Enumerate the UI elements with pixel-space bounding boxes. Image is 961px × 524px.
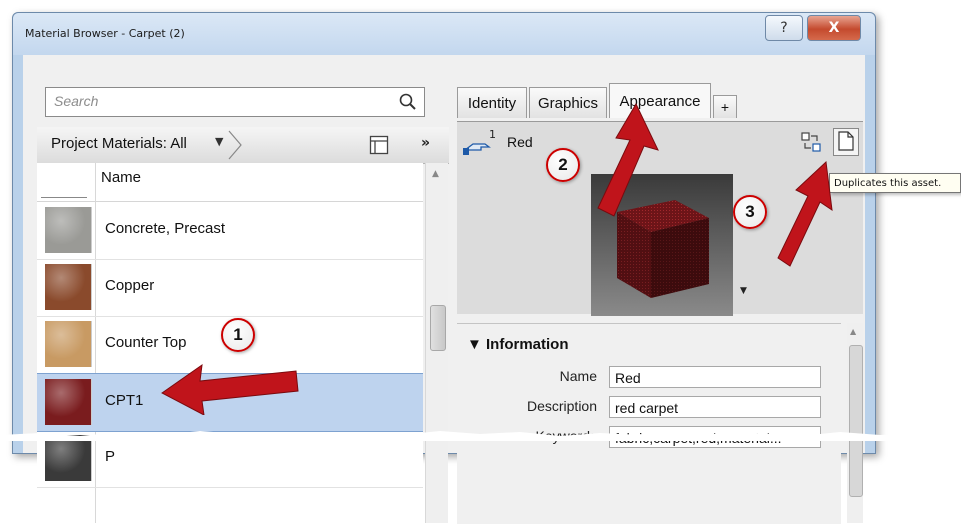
material-name: Copper <box>105 277 155 294</box>
search-placeholder: Search <box>54 93 99 109</box>
properties-scrollbar[interactable]: ▲ <box>847 323 863 523</box>
material-name: CPT1 <box>105 392 144 409</box>
tab-identity[interactable]: Identity <box>457 87 527 118</box>
properties-scrollbar-thumb[interactable] <box>849 345 863 497</box>
view-layout-icon[interactable] <box>369 135 389 155</box>
callout-arrow-3 <box>777 160 833 267</box>
duplicate-asset-button[interactable] <box>833 128 859 156</box>
callout-arrow-1 <box>161 363 299 415</box>
material-thumbnail <box>45 264 92 310</box>
name-field[interactable]: Red <box>609 366 821 388</box>
close-button[interactable]: X <box>807 15 861 41</box>
asset-name: Red <box>507 134 533 150</box>
description-field[interactable]: red carpet <box>609 396 821 418</box>
expand-more-icon[interactable]: » <box>421 135 430 151</box>
callout-arrow-2 <box>597 102 659 217</box>
duplicate-asset-icon <box>838 131 854 151</box>
material-thumbnail <box>45 207 92 253</box>
scroll-up-icon[interactable]: ▲ <box>850 327 856 336</box>
project-materials-filter[interactable]: Project Materials: All ▼ » <box>37 127 449 164</box>
dialog-client-area: Search Project Materials: All ▼ » Name C… <box>23 55 865 524</box>
material-thumbnail <box>45 321 92 367</box>
chevron-right-icon <box>228 130 242 160</box>
help-button[interactable]: ? <box>765 15 803 41</box>
information-heading[interactable]: ▼ Information <box>467 336 569 353</box>
material-name: Concrete, Precast <box>105 220 226 237</box>
preview-options-dropdown-icon[interactable]: ▼ <box>740 286 747 296</box>
scroll-up-icon[interactable]: ▲ <box>432 169 439 179</box>
filter-dropdown-icon[interactable]: ▼ <box>215 135 223 148</box>
title-bar: Material Browser - Carpet (2) ? X <box>13 13 875 55</box>
callout-marker-1: 1 <box>221 318 255 352</box>
material-row[interactable]: Concrete, Precast <box>37 202 423 260</box>
search-input[interactable]: Search <box>45 87 425 117</box>
information-section: ▼ Information Name Red Description red c… <box>457 323 841 524</box>
add-asset-tab-button[interactable]: + <box>713 95 737 118</box>
material-thumbnail <box>45 435 92 481</box>
callout-marker-2: 2 <box>546 148 580 182</box>
asset-usage-count: 1 <box>489 128 496 141</box>
filter-label: Project Materials: All <box>51 135 187 152</box>
list-scrollbar-thumb[interactable] <box>430 305 446 351</box>
thumbnail-column-header[interactable] <box>41 197 87 198</box>
window-title: Material Browser - Carpet (2) <box>25 27 185 40</box>
material-name: Counter Top <box>105 334 187 351</box>
list-scrollbar[interactable]: ▲ <box>425 163 448 523</box>
search-icon[interactable] <box>398 92 418 112</box>
name-label: Name <box>559 368 597 384</box>
duplicate-asset-tooltip: Duplicates this asset. <box>829 173 961 193</box>
material-thumbnail <box>45 379 92 425</box>
callout-marker-3: 3 <box>733 195 767 229</box>
name-column-header[interactable]: Name <box>101 169 141 186</box>
material-name: P <box>105 448 116 465</box>
replace-asset-icon[interactable] <box>801 132 821 152</box>
material-row[interactable]: Copper <box>37 259 423 317</box>
material-browser-window: Material Browser - Carpet (2) ? X Search… <box>12 12 876 524</box>
description-label: Description <box>526 398 597 414</box>
torn-edge-decoration <box>0 431 961 441</box>
